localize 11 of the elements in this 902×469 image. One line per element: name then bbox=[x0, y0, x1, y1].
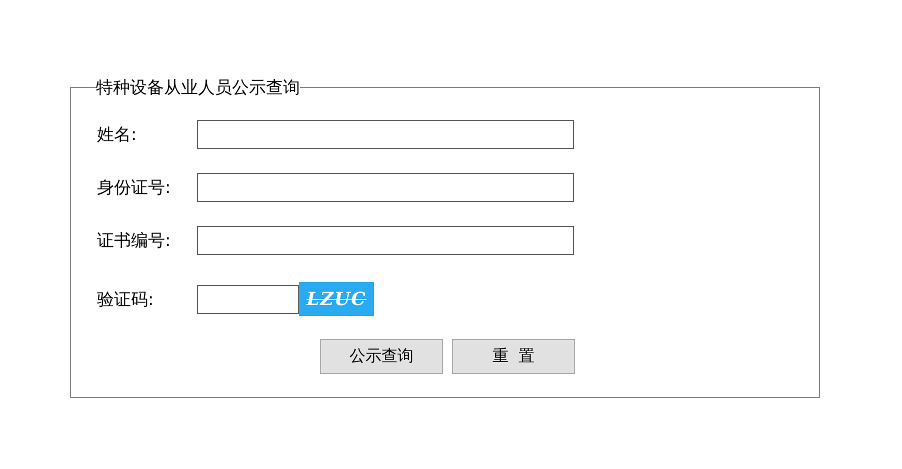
input-field[interactable] bbox=[197, 226, 574, 254]
form-button[interactable]: 重 置 bbox=[452, 339, 575, 374]
form-title: 特种设备从业人员公示查询 bbox=[96, 77, 300, 99]
field-label: 姓名: bbox=[97, 124, 138, 146]
field-label: 验证码: bbox=[97, 288, 155, 310]
field-label: 证书编号: bbox=[97, 230, 172, 252]
form-button[interactable]: 公示查询 bbox=[320, 339, 443, 374]
input-field[interactable] bbox=[197, 172, 574, 202]
field-label: 身份证号: bbox=[97, 176, 172, 198]
captcha-field[interactable] bbox=[197, 284, 299, 314]
input-field[interactable] bbox=[197, 120, 574, 148]
